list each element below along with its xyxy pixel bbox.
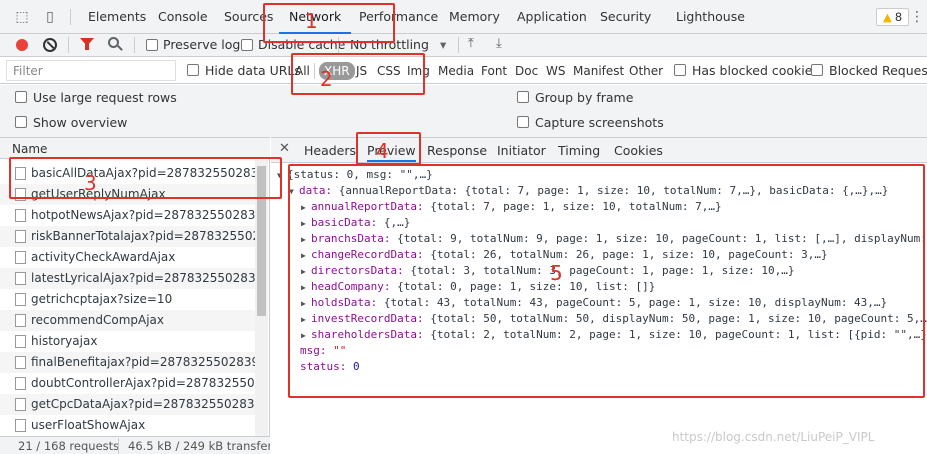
tab-timing[interactable]: Timing <box>558 140 600 162</box>
request-row[interactable]: recommendCompAjax <box>0 310 255 331</box>
request-row[interactable]: activityCheckAwardAjax <box>0 247 255 268</box>
document-icon <box>15 272 26 285</box>
request-row[interactable]: doubtControllerAjax?pid=28783255028393 <box>0 373 255 394</box>
annotation-box-1 <box>263 3 395 43</box>
document-icon <box>15 356 26 369</box>
warnings-badge[interactable]: ▲ 8 <box>876 8 910 26</box>
hide-data-urls-label: Hide data URLs <box>205 63 301 78</box>
show-overview-checkbox[interactable] <box>15 116 27 128</box>
document-icon <box>15 251 26 264</box>
tab-security[interactable]: Security <box>600 0 651 34</box>
type-ws[interactable]: WS <box>543 62 568 80</box>
blocked-requests-label: Blocked Requests <box>829 63 927 78</box>
document-icon <box>15 209 26 222</box>
chevron-down-icon[interactable]: ▾ <box>440 37 446 52</box>
document-icon <box>15 230 26 243</box>
disable-cache-checkbox[interactable] <box>241 39 253 51</box>
request-list-header[interactable]: Name <box>0 137 270 159</box>
request-row[interactable]: finalBenefitajax?pid=28783255028393 <box>0 352 255 373</box>
request-row[interactable]: hotpotNewsAjax?pid=28783255028393 <box>0 205 255 226</box>
clear-icon[interactable] <box>43 38 57 52</box>
type-manifest[interactable]: Manifest <box>570 62 627 80</box>
document-icon <box>15 377 26 390</box>
request-row[interactable]: historyajax <box>0 331 255 352</box>
tab-cookies[interactable]: Cookies <box>614 140 663 162</box>
preserve-log-label: Preserve log <box>163 37 241 52</box>
name-column-header: Name <box>12 142 48 156</box>
document-icon <box>15 293 26 306</box>
tab-headers[interactable]: Headers <box>304 140 356 162</box>
group-by-frame-checkbox[interactable] <box>517 91 529 103</box>
type-doc[interactable]: Doc <box>512 62 541 80</box>
tab-application[interactable]: Application <box>517 0 587 34</box>
network-toolbar: Preserve log Disable cache No throttling… <box>0 34 927 57</box>
tab-elements[interactable]: Elements <box>88 0 146 34</box>
document-icon <box>15 314 26 327</box>
request-row[interactable]: getCpcDataAjax?pid=28783255028393&ty <box>0 394 255 415</box>
tab-memory[interactable]: Memory <box>449 0 500 34</box>
filter-input[interactable] <box>6 60 176 81</box>
tab-response[interactable]: Response <box>427 140 487 162</box>
watermark: https://blog.csdn.net/LiuPeiP_VIPL <box>672 430 875 444</box>
options-row-2: Show overview Capture screenshots <box>0 110 927 137</box>
annotation-number-2: 2 <box>320 67 333 91</box>
capture-screenshots-checkbox[interactable] <box>517 116 529 128</box>
annotation-number-1: 1 <box>305 9 318 33</box>
group-by-frame-label: Group by frame <box>535 90 634 105</box>
divider <box>68 37 69 53</box>
type-media[interactable]: Media <box>435 62 477 80</box>
request-row[interactable]: latestLyricalAjax?pid=28783255028393&ty <box>0 268 255 289</box>
close-icon[interactable]: ✕ <box>279 141 290 156</box>
annotation-box-5 <box>288 164 925 398</box>
blocked-requests-checkbox[interactable] <box>811 64 823 76</box>
network-status-bar: 21 / 168 requests 46.5 kB / 249 kB trans… <box>0 436 270 454</box>
capture-screenshots-label: Capture screenshots <box>535 115 664 130</box>
search-icon-handle <box>117 45 123 51</box>
annotation-box-2 <box>291 53 425 95</box>
divider <box>458 37 459 53</box>
large-rows-checkbox[interactable] <box>15 91 27 103</box>
import-har-icon[interactable]: ⤒ <box>468 36 474 51</box>
request-row[interactable]: getrichcptajax?size=10 <box>0 289 255 310</box>
tab-lighthouse[interactable]: Lighthouse <box>676 0 745 34</box>
document-icon <box>15 398 26 411</box>
request-count: 21 / 168 requests <box>18 439 120 453</box>
tab-console[interactable]: Console <box>158 0 208 34</box>
show-overview-label: Show overview <box>33 115 128 130</box>
warnings-count: 8 <box>894 10 903 24</box>
inspect-element-icon[interactable]: ⬚ <box>12 0 32 34</box>
large-rows-label: Use large request rows <box>33 90 177 105</box>
more-menu-icon[interactable]: ⋮ <box>910 0 924 34</box>
has-blocked-cookies-checkbox[interactable] <box>674 64 686 76</box>
transfer-size: 46.5 kB / 249 kB transferre <box>128 439 270 453</box>
preserve-log-checkbox[interactable] <box>146 39 158 51</box>
devtools-tabbar: ⬚ ▯ Elements Console Sources Network Per… <box>0 0 927 34</box>
options-row-1: Use large request rows Group by frame <box>0 85 927 110</box>
request-row[interactable]: userFloatShowAjax <box>0 415 255 436</box>
export-har-icon[interactable]: ⤓ <box>496 36 502 51</box>
divider <box>134 37 135 53</box>
filter-bar: Hide data URLs All XHR JS CSS Img Media … <box>0 57 927 84</box>
device-toolbar-icon[interactable]: ▯ <box>40 0 60 34</box>
document-icon <box>15 335 26 348</box>
tab-initiator[interactable]: Initiator <box>497 140 546 162</box>
annotation-number-4: 4 <box>376 139 389 163</box>
annotation-number-3: 3 <box>84 171 97 195</box>
type-other[interactable]: Other <box>626 62 666 80</box>
document-icon <box>15 419 26 432</box>
request-row[interactable]: riskBannerTotalajax?pid=28783255028393 <box>0 226 255 247</box>
record-icon[interactable] <box>16 39 28 51</box>
has-blocked-cookies-label: Has blocked cookies <box>692 63 819 78</box>
divider <box>70 9 71 25</box>
filter-icon-stem <box>85 44 89 50</box>
type-font[interactable]: Font <box>478 62 510 80</box>
annotation-number-5: 5 <box>550 261 563 285</box>
hide-data-urls-checkbox[interactable] <box>187 64 199 76</box>
annotation-box-3 <box>9 157 282 199</box>
warning-icon: ▲ <box>883 10 892 24</box>
divider <box>118 438 119 454</box>
